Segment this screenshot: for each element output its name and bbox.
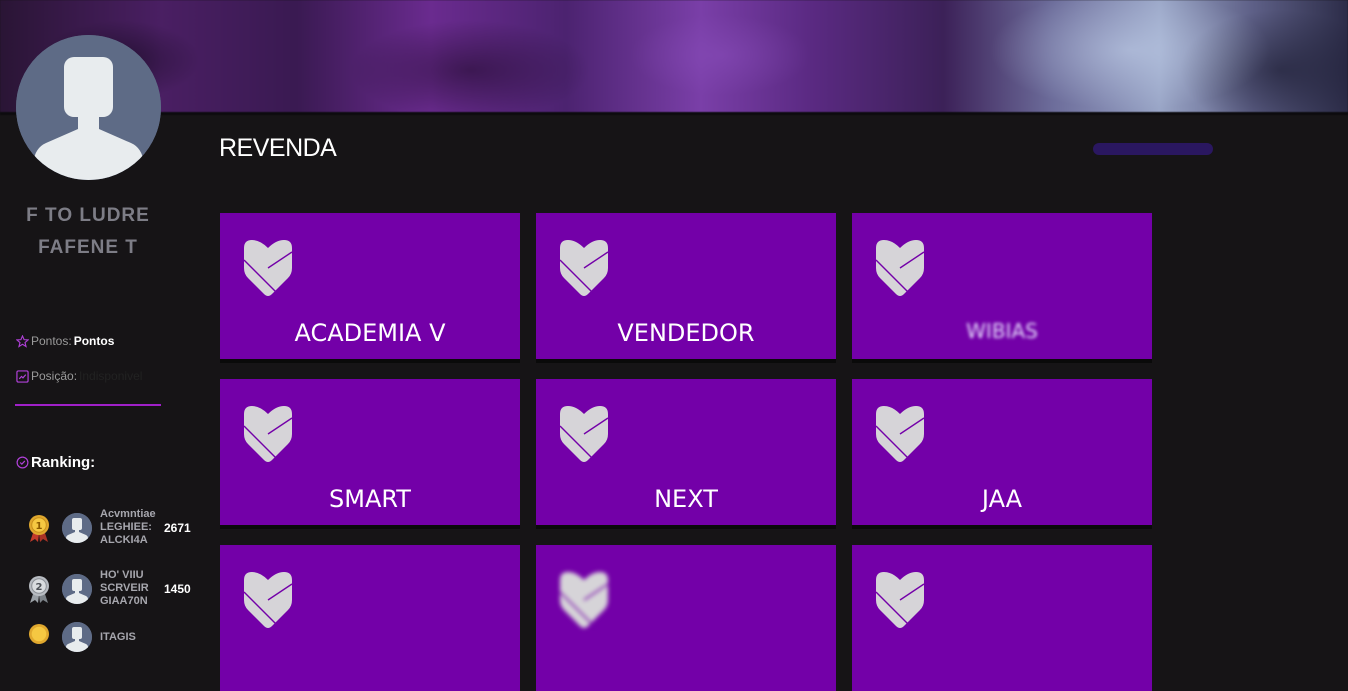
course-card-label: NEXT bbox=[654, 485, 718, 513]
course-card-label: JAA bbox=[981, 485, 1023, 513]
points-label: Pontos: bbox=[31, 334, 72, 348]
chart-line-icon bbox=[16, 369, 29, 383]
points-value: Pontos bbox=[73, 334, 115, 348]
user-name: F TO LUDRE FAFENE T bbox=[26, 205, 150, 258]
ranking-row[interactable]: 2 HO' VIIU SCRVEIR GIAA70N 1450 bbox=[26, 569, 191, 608]
svg-text:2: 2 bbox=[36, 582, 43, 593]
brand-logo-icon bbox=[870, 404, 930, 464]
position-label: Posição: bbox=[31, 369, 78, 383]
course-card-label: WIBIAS bbox=[966, 319, 1038, 343]
user-silhouette-icon bbox=[62, 622, 92, 652]
user-silhouette-icon bbox=[16, 35, 161, 180]
ranking-name: HO' VIIU SCRVEIR GIAA70N bbox=[100, 569, 149, 607]
position-stat: Posição: Indisponivel bbox=[16, 369, 142, 383]
course-card[interactable]: ACADEMIA V bbox=[220, 213, 520, 359]
brand-logo-icon bbox=[870, 570, 930, 630]
svg-text:1: 1 bbox=[36, 521, 43, 532]
profile-avatar[interactable] bbox=[16, 35, 161, 180]
badge-check-icon bbox=[16, 456, 29, 469]
course-card-label: ACADEMIA V bbox=[294, 319, 446, 347]
ranking-avatar bbox=[62, 573, 92, 604]
star-icon bbox=[16, 334, 29, 348]
ranking-avatar bbox=[62, 622, 92, 652]
user-silhouette-icon bbox=[62, 512, 92, 543]
brand-logo-icon bbox=[554, 404, 614, 464]
course-card[interactable] bbox=[852, 545, 1152, 691]
course-card[interactable] bbox=[536, 545, 836, 691]
ranking-row[interactable]: ITAGIS bbox=[26, 622, 158, 652]
course-card-label: SMART bbox=[329, 485, 411, 513]
brand-logo-icon bbox=[238, 570, 298, 630]
ranking-points: 1450 bbox=[164, 581, 191, 596]
gold-medal-icon bbox=[29, 624, 49, 644]
points-stat: Pontos: Pontos bbox=[16, 334, 114, 348]
course-card[interactable] bbox=[220, 545, 520, 691]
course-card-label: VENDEDOR bbox=[617, 319, 755, 347]
ranking-avatar bbox=[62, 512, 92, 543]
ranking-name: Acvmntiae LEGHIEE: ALCKI4A bbox=[100, 508, 156, 546]
user-silhouette-icon bbox=[62, 573, 92, 604]
course-card[interactable]: VENDEDOR bbox=[536, 213, 836, 359]
ranking-row[interactable]: 1 Acvmntiae LEGHIEE: ALCKI4A 2671 bbox=[26, 508, 191, 547]
page-title: REVENDA bbox=[219, 134, 337, 162]
position-value: Indisponivel bbox=[79, 369, 143, 383]
silver-medal-icon: 2 bbox=[29, 575, 49, 603]
brand-logo-icon bbox=[870, 238, 930, 298]
brand-logo-icon bbox=[238, 238, 298, 298]
course-card[interactable]: WIBIAS bbox=[852, 213, 1152, 359]
brand-logo-icon bbox=[554, 238, 614, 298]
course-card[interactable]: NEXT bbox=[536, 379, 836, 525]
brand-logo-icon bbox=[554, 570, 614, 630]
ranking-points: 2671 bbox=[164, 520, 191, 535]
course-card[interactable]: JAA bbox=[852, 379, 1152, 525]
course-card[interactable]: SMART bbox=[220, 379, 520, 525]
ranking-heading: Ranking: bbox=[16, 454, 95, 471]
sidebar-divider bbox=[15, 404, 161, 406]
progress-pill bbox=[1093, 143, 1213, 155]
header-banner-image bbox=[0, 0, 1348, 115]
gold-medal-icon: 1 bbox=[29, 514, 49, 542]
ranking-name: ITAGIS bbox=[100, 630, 136, 643]
brand-logo-icon bbox=[238, 404, 298, 464]
